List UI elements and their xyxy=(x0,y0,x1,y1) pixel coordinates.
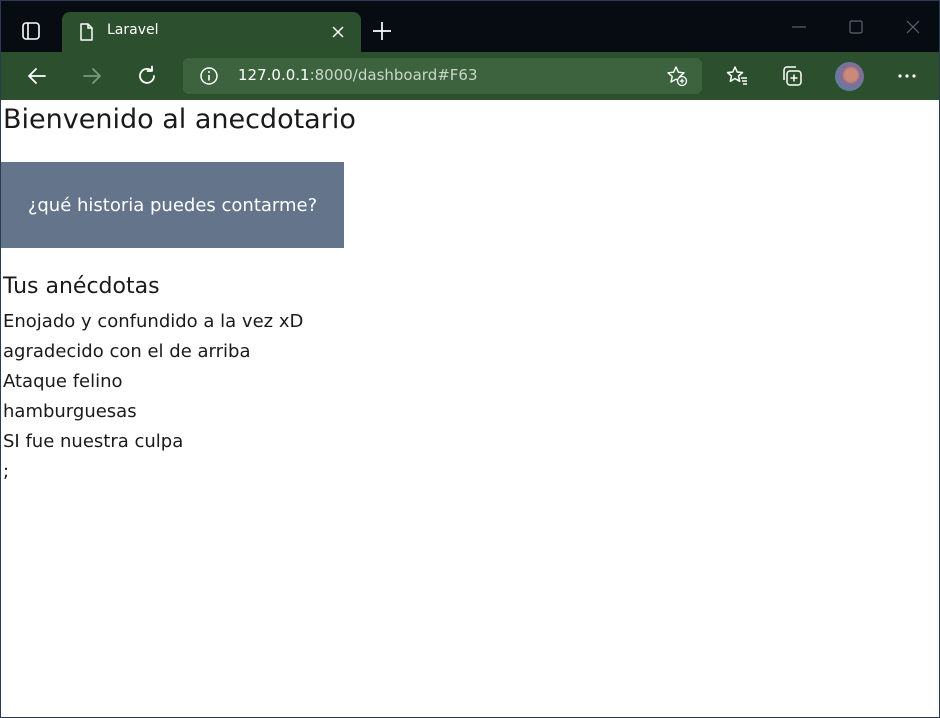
window-close-icon[interactable] xyxy=(903,17,923,37)
add-favorite-icon[interactable] xyxy=(666,65,688,87)
close-tab-icon[interactable] xyxy=(330,24,346,40)
page-content: Bienvenido al anecdotario ¿qué historia … xyxy=(1,100,939,717)
list-item[interactable]: hamburguesas xyxy=(3,397,303,427)
page-icon xyxy=(80,23,93,41)
new-tab-icon[interactable] xyxy=(371,20,393,42)
list-item[interactable]: Ataque felino xyxy=(3,367,303,397)
url-text[interactable]: 127.0.0.1:8000/dashboard#F63 xyxy=(238,66,478,84)
browser-toolbar: 127.0.0.1:8000/dashboard#F63 xyxy=(1,52,939,100)
favorites-icon[interactable] xyxy=(725,64,749,88)
address-bar[interactable]: 127.0.0.1:8000/dashboard#F63 xyxy=(183,58,702,94)
profile-avatar[interactable] xyxy=(835,62,864,91)
list-item[interactable]: agradecido con el de arriba xyxy=(3,337,303,367)
more-options-icon[interactable] xyxy=(895,64,919,88)
url-host: 127.0.0.1 xyxy=(238,66,310,84)
maximize-icon[interactable] xyxy=(846,17,866,37)
page-title: Bienvenido al anecdotario xyxy=(3,104,356,135)
list-item[interactable]: Enojado y confundido a la vez xD xyxy=(3,307,303,337)
url-path: :8000/dashboard#F63 xyxy=(309,66,478,84)
anecdote-list: Enojado y confundido a la vez xD agradec… xyxy=(3,307,303,487)
title-bar: Laravel xyxy=(1,1,939,52)
browser-window: Laravel 127.0.0.1:8000/dashboard#F63 Bie… xyxy=(0,0,940,718)
forward-arrow-icon[interactable] xyxy=(80,64,104,88)
list-item[interactable]: SI fue nuestra culpa xyxy=(3,427,303,457)
info-icon[interactable] xyxy=(199,66,219,86)
tab-actions-icon xyxy=(22,22,40,40)
tab-actions-button[interactable] xyxy=(15,15,47,47)
tab-laravel[interactable]: Laravel xyxy=(62,12,361,52)
tab-title: Laravel xyxy=(107,22,159,38)
refresh-icon[interactable] xyxy=(135,64,159,88)
list-item[interactable]: ; xyxy=(3,457,303,487)
section-title: Tus anécdotas xyxy=(3,274,160,299)
minimize-icon[interactable] xyxy=(789,17,809,37)
tell-story-button[interactable]: ¿qué historia puedes contarme? xyxy=(1,162,344,248)
back-arrow-icon[interactable] xyxy=(25,64,49,88)
collections-icon[interactable] xyxy=(780,64,804,88)
